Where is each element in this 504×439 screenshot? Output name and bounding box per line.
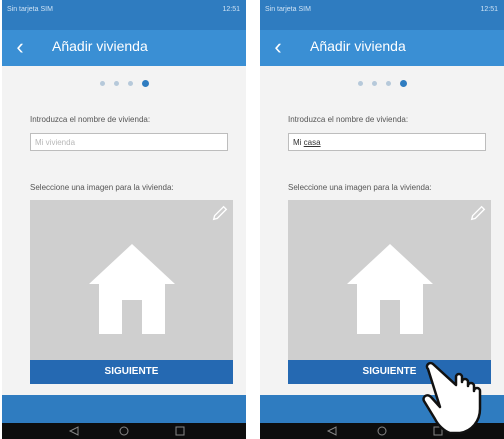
phone-screen-before: Sin tarjeta SIM 12:51 ‹ Añadir vivienda … bbox=[2, 0, 246, 439]
back-arrow-icon[interactable]: ‹ bbox=[8, 34, 32, 60]
status-bar: Sin tarjeta SIM 12:51 bbox=[2, 0, 246, 30]
page-title: Añadir vivienda bbox=[52, 38, 148, 54]
step-dot bbox=[127, 80, 133, 86]
name-input-value-autocorrect: casa bbox=[303, 138, 321, 147]
pencil-icon[interactable] bbox=[469, 204, 487, 222]
back-triangle-icon[interactable] bbox=[68, 426, 80, 436]
next-button[interactable]: SIGUIENTE bbox=[30, 360, 233, 384]
name-input[interactable]: Mi casa bbox=[288, 133, 486, 151]
hand-pointer-icon bbox=[422, 361, 482, 435]
house-icon bbox=[89, 244, 175, 334]
app-bar: ‹ Añadir vivienda bbox=[260, 30, 504, 66]
back-triangle-icon[interactable] bbox=[326, 426, 338, 436]
name-field-label: Introduzca el nombre de vivienda: bbox=[30, 115, 151, 124]
step-dot bbox=[113, 80, 119, 86]
step-dot-active bbox=[399, 79, 407, 87]
name-field-label: Introduzca el nombre de vivienda: bbox=[288, 115, 409, 124]
android-nav-bar bbox=[2, 423, 246, 439]
image-section-label: Seleccione una imagen para la vivienda: bbox=[288, 183, 432, 192]
recent-square-icon[interactable] bbox=[174, 426, 186, 436]
app-bar: ‹ Añadir vivienda bbox=[2, 30, 246, 66]
image-picker[interactable] bbox=[288, 200, 491, 360]
home-circle-icon[interactable] bbox=[118, 426, 130, 436]
status-time: 12:51 bbox=[480, 6, 498, 13]
name-input[interactable]: Mi vivienda bbox=[30, 133, 228, 151]
step-dot bbox=[357, 80, 363, 86]
back-arrow-icon[interactable]: ‹ bbox=[266, 34, 290, 60]
step-dot bbox=[371, 80, 377, 86]
status-bar: Sin tarjeta SIM 12:51 bbox=[260, 0, 504, 30]
status-carrier: Sin tarjeta SIM bbox=[265, 6, 311, 13]
name-input-value: Mi bbox=[293, 138, 304, 147]
step-indicator bbox=[260, 78, 504, 88]
status-time: 12:51 bbox=[222, 6, 240, 13]
step-dot-active bbox=[141, 79, 149, 87]
step-indicator bbox=[2, 78, 246, 88]
house-icon bbox=[347, 244, 433, 334]
status-carrier: Sin tarjeta SIM bbox=[7, 6, 53, 13]
image-picker[interactable] bbox=[30, 200, 233, 360]
image-section-label: Seleccione una imagen para la vivienda: bbox=[30, 183, 174, 192]
page-title: Añadir vivienda bbox=[310, 38, 406, 54]
step-dot bbox=[385, 80, 391, 86]
pencil-icon[interactable] bbox=[211, 204, 229, 222]
bottom-band bbox=[2, 395, 246, 423]
home-circle-icon[interactable] bbox=[376, 426, 388, 436]
step-dot bbox=[99, 80, 105, 86]
